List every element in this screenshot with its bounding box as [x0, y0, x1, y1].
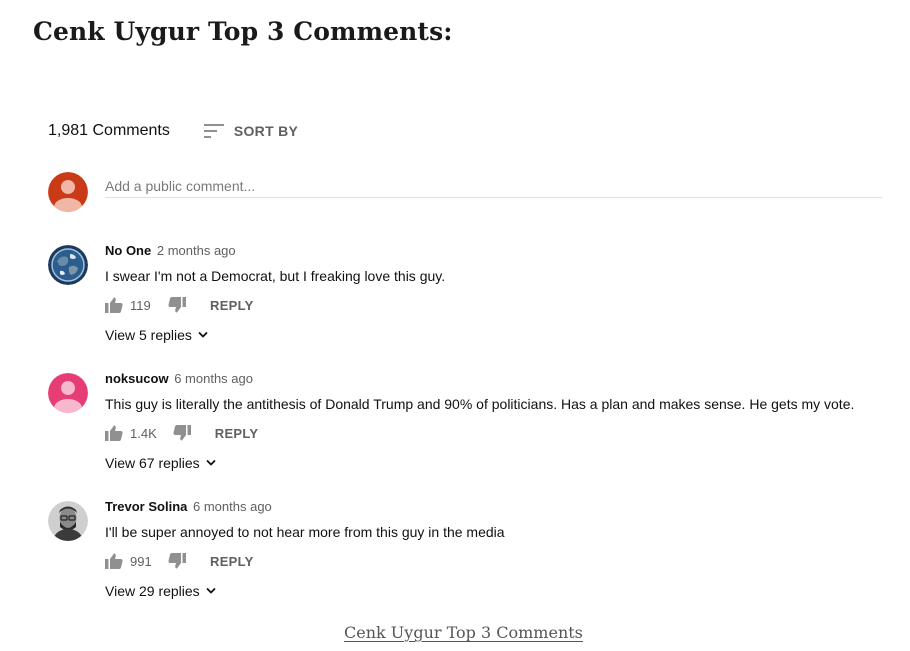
view-replies-button[interactable]: View 5 replies [105, 327, 888, 343]
comments-header: 1,981 Comments SORT BY [48, 122, 298, 140]
view-replies-label: View 5 replies [105, 327, 192, 343]
comment-author[interactable]: noksucow [105, 371, 169, 386]
user-avatar [48, 172, 88, 212]
add-comment-box [48, 172, 882, 212]
reply-button[interactable]: REPLY [210, 298, 254, 313]
sort-icon [203, 124, 224, 138]
thumbs-up-icon[interactable] [105, 553, 123, 569]
like-count: 1.4K [130, 425, 157, 441]
earth-avatar [48, 245, 88, 285]
comment-body: No One 2 months ago I swear I'm not a De… [105, 243, 888, 343]
page-title: Cenk Uygur Top 3 Comments: [33, 17, 453, 46]
comment-body: Trevor Solina 6 months ago I'll be super… [105, 499, 888, 599]
reply-button[interactable]: REPLY [215, 426, 259, 441]
thumbs-up-icon[interactable] [105, 297, 123, 313]
footer-link[interactable]: Cenk Uygur Top 3 Comments [344, 623, 583, 642]
thumbs-down-icon[interactable] [173, 425, 191, 441]
chevron-down-icon [206, 587, 216, 594]
comment-count: 1,981 Comments [48, 122, 170, 139]
view-replies-button[interactable]: View 29 replies [105, 583, 888, 599]
comment-text: I'll be super annoyed to not hear more f… [105, 524, 505, 540]
reply-button[interactable]: REPLY [210, 554, 254, 569]
add-comment-input[interactable] [105, 175, 882, 198]
like-count: 119 [130, 297, 151, 313]
sort-by-button[interactable]: SORT BY [203, 123, 299, 139]
like-count: 991 [130, 553, 152, 569]
sort-by-label: SORT BY [233, 123, 299, 139]
comment-author[interactable]: Trevor Solina [105, 499, 187, 514]
default-avatar [48, 373, 88, 413]
comment-body: noksucow 6 months ago This guy is litera… [105, 371, 888, 471]
thumbs-down-icon[interactable] [168, 297, 186, 313]
comment-actions: 1.4K REPLY [105, 425, 888, 441]
view-replies-button[interactable]: View 67 replies [105, 455, 888, 471]
thumbs-up-icon[interactable] [105, 425, 123, 441]
comment-text: I swear I'm not a Democrat, but I freaki… [105, 268, 446, 284]
comment-time[interactable]: 2 months ago [157, 243, 236, 258]
chevron-down-icon [206, 459, 216, 466]
comments-page: Cenk Uygur Top 3 Comments: 1,981 Comment… [0, 0, 910, 651]
chevron-down-icon [198, 331, 208, 338]
view-replies-label: View 67 replies [105, 455, 200, 471]
comment-actions: 991 REPLY [105, 553, 888, 569]
thumbs-down-icon[interactable] [168, 553, 186, 569]
photo-avatar [48, 501, 88, 541]
comment-time[interactable]: 6 months ago [174, 371, 253, 386]
comment-time[interactable]: 6 months ago [193, 499, 272, 514]
comment-text: This guy is literally the antithesis of … [105, 396, 855, 412]
view-replies-label: View 29 replies [105, 583, 200, 599]
comment-author[interactable]: No One [105, 243, 151, 258]
comment-actions: 119 REPLY [105, 297, 888, 313]
